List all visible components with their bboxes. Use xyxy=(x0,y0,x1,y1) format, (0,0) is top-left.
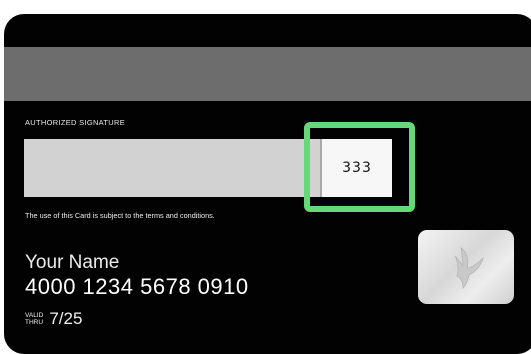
credit-card-back: AUTHORIZED SIGNATURE 333 The use of this… xyxy=(4,14,531,354)
cardholder-name: Your Name xyxy=(25,252,120,273)
valid-label-line1: VALID xyxy=(25,312,44,319)
signature-label: AUTHORIZED SIGNATURE xyxy=(25,118,126,127)
magnetic-stripe xyxy=(4,47,531,101)
expiry-block: VALID THRU 7/25 xyxy=(25,309,82,329)
valid-label-line2: THRU xyxy=(25,319,44,326)
cvv-highlight-frame xyxy=(304,122,415,212)
card-number: 4000 1234 5678 0910 xyxy=(25,274,249,299)
terms-text: The use of this Card is subject to the t… xyxy=(25,211,215,220)
valid-thru-label: VALID THRU xyxy=(25,312,43,326)
hologram xyxy=(418,230,514,304)
signature-strip xyxy=(24,139,336,197)
bird-hologram-icon xyxy=(454,247,484,289)
expiry-date: 7/25 xyxy=(49,309,83,328)
